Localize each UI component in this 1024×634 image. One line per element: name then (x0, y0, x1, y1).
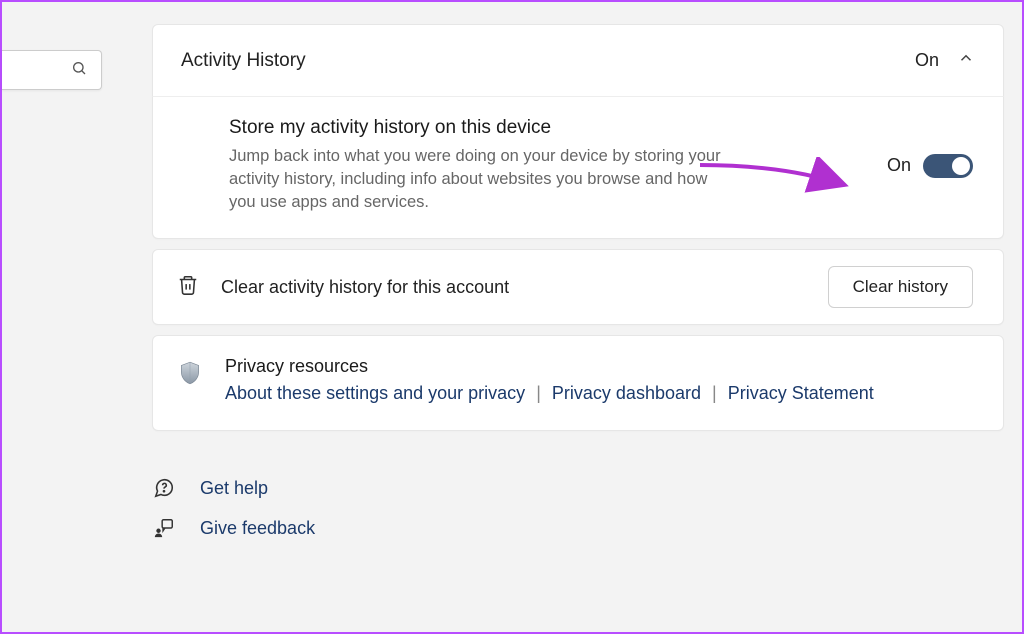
toggle-knob (952, 157, 970, 175)
toggle-state-label: On (887, 155, 911, 176)
header-right: On (915, 49, 975, 72)
clear-history-card: Clear activity history for this account … (152, 249, 1004, 325)
footer-links: Get help Give feedback (152, 477, 1004, 539)
search-icon (71, 60, 87, 81)
chevron-up-icon (957, 49, 975, 72)
search-input-container[interactable] (2, 50, 102, 90)
section-title: Activity History (181, 50, 306, 72)
clear-history-label: Clear activity history for this account (221, 277, 509, 298)
privacy-text: Privacy resources About these settings a… (225, 356, 874, 404)
help-icon (152, 477, 176, 499)
privacy-dashboard-link[interactable]: Privacy dashboard (552, 383, 701, 403)
shield-icon (177, 360, 203, 386)
give-feedback-label: Give feedback (200, 518, 315, 539)
store-text: Store my activity history on this device… (229, 117, 729, 214)
feedback-icon (152, 517, 176, 539)
store-activity-card: Store my activity history on this device… (152, 96, 1004, 239)
privacy-links: About these settings and your privacy | … (225, 383, 874, 404)
settings-content: Activity History On Store my activity hi… (152, 24, 1004, 539)
store-description: Jump back into what you were doing on yo… (229, 145, 729, 214)
privacy-resources-card: Privacy resources About these settings a… (152, 335, 1004, 431)
trash-icon (177, 274, 199, 301)
store-activity-toggle[interactable] (923, 154, 973, 178)
store-toggle-group: On (887, 154, 973, 178)
privacy-about-link[interactable]: About these settings and your privacy (225, 383, 525, 403)
store-heading: Store my activity history on this device (229, 117, 729, 139)
clear-left: Clear activity history for this account (177, 274, 509, 301)
give-feedback-link[interactable]: Give feedback (152, 517, 1004, 539)
privacy-title: Privacy resources (225, 356, 874, 377)
activity-history-header[interactable]: Activity History On (152, 24, 1004, 97)
separator: | (536, 383, 541, 403)
section-status: On (915, 50, 939, 71)
get-help-link[interactable]: Get help (152, 477, 1004, 499)
clear-history-button[interactable]: Clear history (828, 266, 973, 308)
separator: | (712, 383, 717, 403)
get-help-label: Get help (200, 478, 268, 499)
privacy-statement-link[interactable]: Privacy Statement (728, 383, 874, 403)
